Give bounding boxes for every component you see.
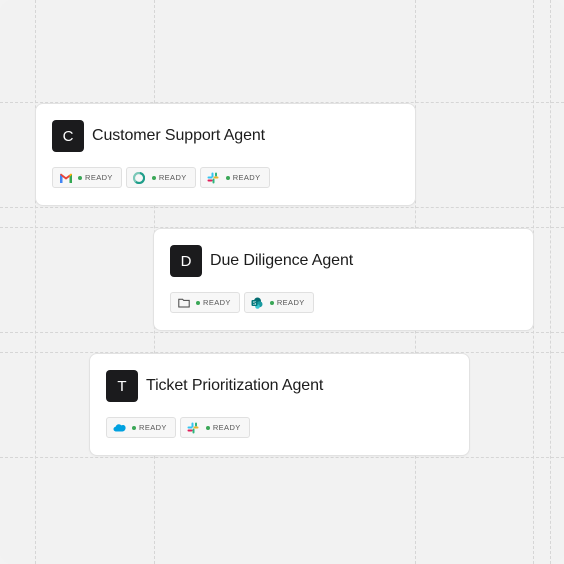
- grid-line: [0, 332, 564, 333]
- ready-dot: [132, 425, 136, 430]
- agent-avatar: T: [106, 370, 138, 402]
- grid-line: [35, 0, 36, 564]
- status-label: READY: [212, 423, 241, 432]
- folder-icon: [177, 296, 190, 309]
- status-label: READY: [203, 298, 231, 307]
- slack-icon: [187, 421, 200, 434]
- tool-badge[interactable]: READY: [106, 417, 176, 438]
- status-label: READY: [158, 173, 187, 182]
- ready-dot: [196, 300, 200, 305]
- agent-name: Customer Support Agent: [92, 127, 266, 144]
- slack-icon: [207, 171, 220, 184]
- agent-avatar: D: [170, 245, 202, 277]
- agent-name: Due Diligence Agent: [210, 252, 354, 269]
- tool-badge[interactable]: READY: [125, 167, 196, 188]
- agent-card[interactable]: D Due Diligence Agent READY S READY: [153, 228, 534, 331]
- tool-badge[interactable]: READY: [170, 292, 240, 313]
- agent-avatar: C: [52, 120, 84, 152]
- agent-name: Ticket Prioritization Agent: [146, 377, 324, 394]
- status-label: READY: [85, 173, 113, 182]
- grid-line: [0, 457, 564, 458]
- status-label: READY: [139, 423, 167, 432]
- grid-line: [0, 207, 564, 208]
- agent-card[interactable]: C Customer Support Agent READY READY REA…: [35, 103, 416, 206]
- ready-dot: [225, 175, 230, 180]
- tool-badge[interactable]: READY: [179, 417, 250, 438]
- tool-badge[interactable]: S READY: [243, 292, 314, 313]
- ready-dot: [205, 425, 210, 430]
- sharepoint-icon: S: [251, 296, 264, 309]
- status-label: READY: [232, 173, 261, 182]
- agent-card[interactable]: T Ticket Prioritization Agent READY READ…: [89, 353, 470, 456]
- tool-badge[interactable]: READY: [52, 167, 122, 188]
- canvas-background: C Customer Support Agent READY READY REA…: [0, 0, 564, 564]
- gmail-icon: [59, 171, 72, 184]
- ready-dot: [151, 175, 156, 180]
- salesforce-icon: [113, 421, 126, 434]
- ring-icon: [133, 171, 146, 184]
- ready-dot: [78, 175, 82, 180]
- ready-dot: [269, 300, 274, 305]
- tool-badge[interactable]: READY: [199, 167, 270, 188]
- grid-line: [550, 0, 551, 564]
- status-label: READY: [276, 298, 305, 307]
